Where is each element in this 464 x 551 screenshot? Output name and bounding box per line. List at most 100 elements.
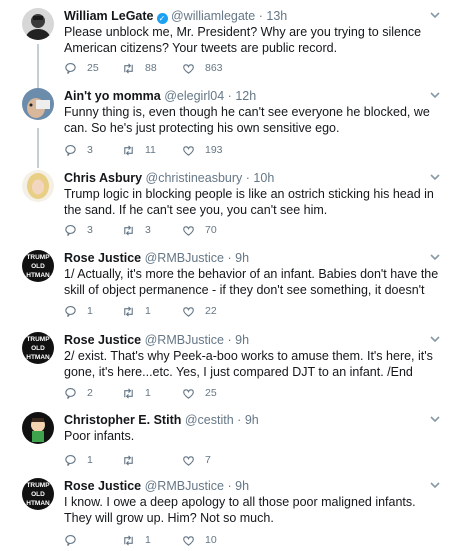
- chevron-down-icon[interactable]: [428, 8, 442, 22]
- svg-text:TRUMP: TRUMP: [26, 482, 50, 489]
- timestamp[interactable]: 9h: [235, 479, 249, 493]
- like-button[interactable]: 70: [182, 222, 217, 238]
- author-handle[interactable]: @RMBJustice: [145, 333, 224, 347]
- heart-icon: [183, 388, 194, 399]
- like-count: 10: [205, 534, 217, 546]
- like-button[interactable]: 7: [182, 452, 211, 468]
- tweet-header: Rose Justice @RMBJustice · 9h: [64, 250, 424, 266]
- chevron-down-icon[interactable]: [428, 250, 442, 264]
- author-name[interactable]: Christopher E. Stith: [64, 413, 181, 427]
- retweet-button[interactable]: 1: [122, 303, 151, 319]
- retweet-icon: [124, 534, 133, 546]
- tweet[interactable]: TRUMP OLD HTMAN Rose Justice @RMBJustice…: [0, 332, 464, 402]
- tweet-header: Ain't yo momma @elegirl04 · 12h: [64, 88, 424, 104]
- reply-count: 25: [87, 62, 99, 74]
- like-button[interactable]: 863: [182, 60, 223, 76]
- author-name[interactable]: Rose Justice: [64, 251, 141, 265]
- retweet-button[interactable]: 88: [122, 60, 157, 76]
- avatar[interactable]: TRUMP OLD HTMAN: [22, 332, 54, 364]
- like-button[interactable]: 25: [182, 385, 217, 401]
- author-handle[interactable]: @RMBJustice: [145, 479, 224, 493]
- avatar[interactable]: [22, 412, 54, 444]
- separator: ·: [227, 89, 232, 103]
- retweet-button[interactable]: 1: [122, 532, 151, 548]
- like-count: 25: [205, 387, 217, 399]
- author-name[interactable]: Rose Justice: [64, 333, 141, 347]
- tweet[interactable]: Chris Asbury @christineasbury · 10h Trum…: [0, 170, 464, 240]
- reply-button[interactable]: 1: [64, 452, 93, 468]
- author-name[interactable]: Rose Justice: [64, 479, 141, 493]
- reply-button[interactable]: 3: [64, 222, 93, 238]
- svg-text:HTMAN: HTMAN: [26, 500, 50, 507]
- reply-button[interactable]: 25: [64, 60, 99, 76]
- reply-count: 2: [87, 387, 93, 399]
- timestamp[interactable]: 9h: [235, 251, 249, 265]
- tweet-text: 1/ Actually, it's more the behavior of a…: [64, 267, 439, 297]
- retweet-icon: [124, 144, 133, 156]
- retweet-button[interactable]: 1: [122, 385, 151, 401]
- like-count: 70: [205, 224, 217, 236]
- avatar[interactable]: TRUMP OLD HTMAN: [22, 478, 54, 510]
- retweet-button[interactable]: 3: [122, 222, 151, 238]
- separator: ·: [227, 333, 232, 347]
- tweet[interactable]: William LeGate ✓ @williamlegate · 13h Ple…: [0, 8, 464, 78]
- tweet-header: William LeGate ✓ @williamlegate · 13h: [64, 8, 424, 24]
- tweet-header: Christopher E. Stith @cestith · 9h: [64, 412, 424, 428]
- tweet[interactable]: Christopher E. Stith @cestith · 9h Poor …: [0, 412, 464, 468]
- timestamp[interactable]: 9h: [235, 333, 249, 347]
- author-handle[interactable]: @elegirl04: [164, 89, 224, 103]
- avatar-logo: TRUMP OLD HTMAN: [22, 250, 54, 282]
- reply-button[interactable]: 2: [64, 385, 93, 401]
- author-handle[interactable]: @cestith: [185, 413, 234, 427]
- reply-count: 1: [87, 454, 93, 466]
- timestamp[interactable]: 9h: [245, 413, 259, 427]
- tweet-text: Please unblock me, Mr. President? Why ar…: [64, 25, 422, 55]
- heart-icon: [183, 455, 194, 466]
- avatar[interactable]: [22, 8, 54, 40]
- author-name[interactable]: Ain't yo momma: [64, 89, 161, 103]
- author-name[interactable]: William LeGate: [64, 9, 154, 23]
- like-button[interactable]: 22: [182, 303, 217, 319]
- tweet[interactable]: TRUMP OLD HTMAN Rose Justice @RMBJustice…: [0, 250, 464, 320]
- retweet-button[interactable]: 11: [122, 142, 156, 158]
- retweet-button[interactable]: [122, 452, 145, 468]
- retweet-icon: [124, 305, 133, 317]
- tweet-text: 2/ exist. That's why Peek-a-boo works to…: [64, 349, 433, 379]
- author-handle[interactable]: @RMBJustice: [145, 251, 224, 265]
- avatar[interactable]: TRUMP OLD HTMAN: [22, 250, 54, 282]
- like-count: 863: [205, 62, 223, 74]
- timestamp[interactable]: 10h: [253, 171, 274, 185]
- timestamp[interactable]: 13h: [266, 9, 287, 23]
- separator: ·: [237, 413, 242, 427]
- reply-icon: [65, 534, 76, 546]
- avatar-logo: TRUMP OLD HTMAN: [22, 332, 54, 364]
- timestamp[interactable]: 12h: [235, 89, 256, 103]
- separator: ·: [227, 251, 232, 265]
- chevron-down-icon[interactable]: [428, 478, 442, 492]
- like-button[interactable]: 193: [182, 142, 223, 158]
- tweet[interactable]: TRUMP OLD HTMAN Rose Justice @RMBJustice…: [0, 478, 464, 548]
- tweet-text: Funny thing is, even though he can't see…: [64, 105, 430, 135]
- svg-text:TRUMP: TRUMP: [26, 254, 50, 261]
- avatar[interactable]: [22, 170, 54, 202]
- chevron-down-icon[interactable]: [428, 170, 442, 184]
- author-handle[interactable]: @christineasbury: [146, 171, 243, 185]
- chevron-down-icon[interactable]: [428, 332, 442, 346]
- tweet[interactable]: Ain't yo momma @elegirl04 · 12h Funny th…: [0, 88, 464, 158]
- author-handle[interactable]: @williamlegate: [171, 9, 255, 23]
- tweet-header: Chris Asbury @christineasbury · 10h: [64, 170, 424, 186]
- retweet-count: 11: [145, 144, 156, 156]
- heart-icon: [183, 306, 194, 317]
- tweet-text: I know. I owe a deep apology to all thos…: [64, 495, 416, 525]
- reply-button[interactable]: 3: [64, 142, 93, 158]
- author-name[interactable]: Chris Asbury: [64, 171, 142, 185]
- like-button[interactable]: 10: [182, 532, 217, 548]
- reply-button[interactable]: 1: [64, 303, 93, 319]
- chevron-down-icon[interactable]: [428, 412, 442, 426]
- verified-badge-icon: ✓: [156, 13, 168, 24]
- reply-count: 3: [87, 224, 93, 236]
- chevron-down-icon[interactable]: [428, 88, 442, 102]
- heart-icon: [183, 225, 194, 236]
- avatar[interactable]: [22, 88, 54, 120]
- reply-button[interactable]: [64, 532, 87, 548]
